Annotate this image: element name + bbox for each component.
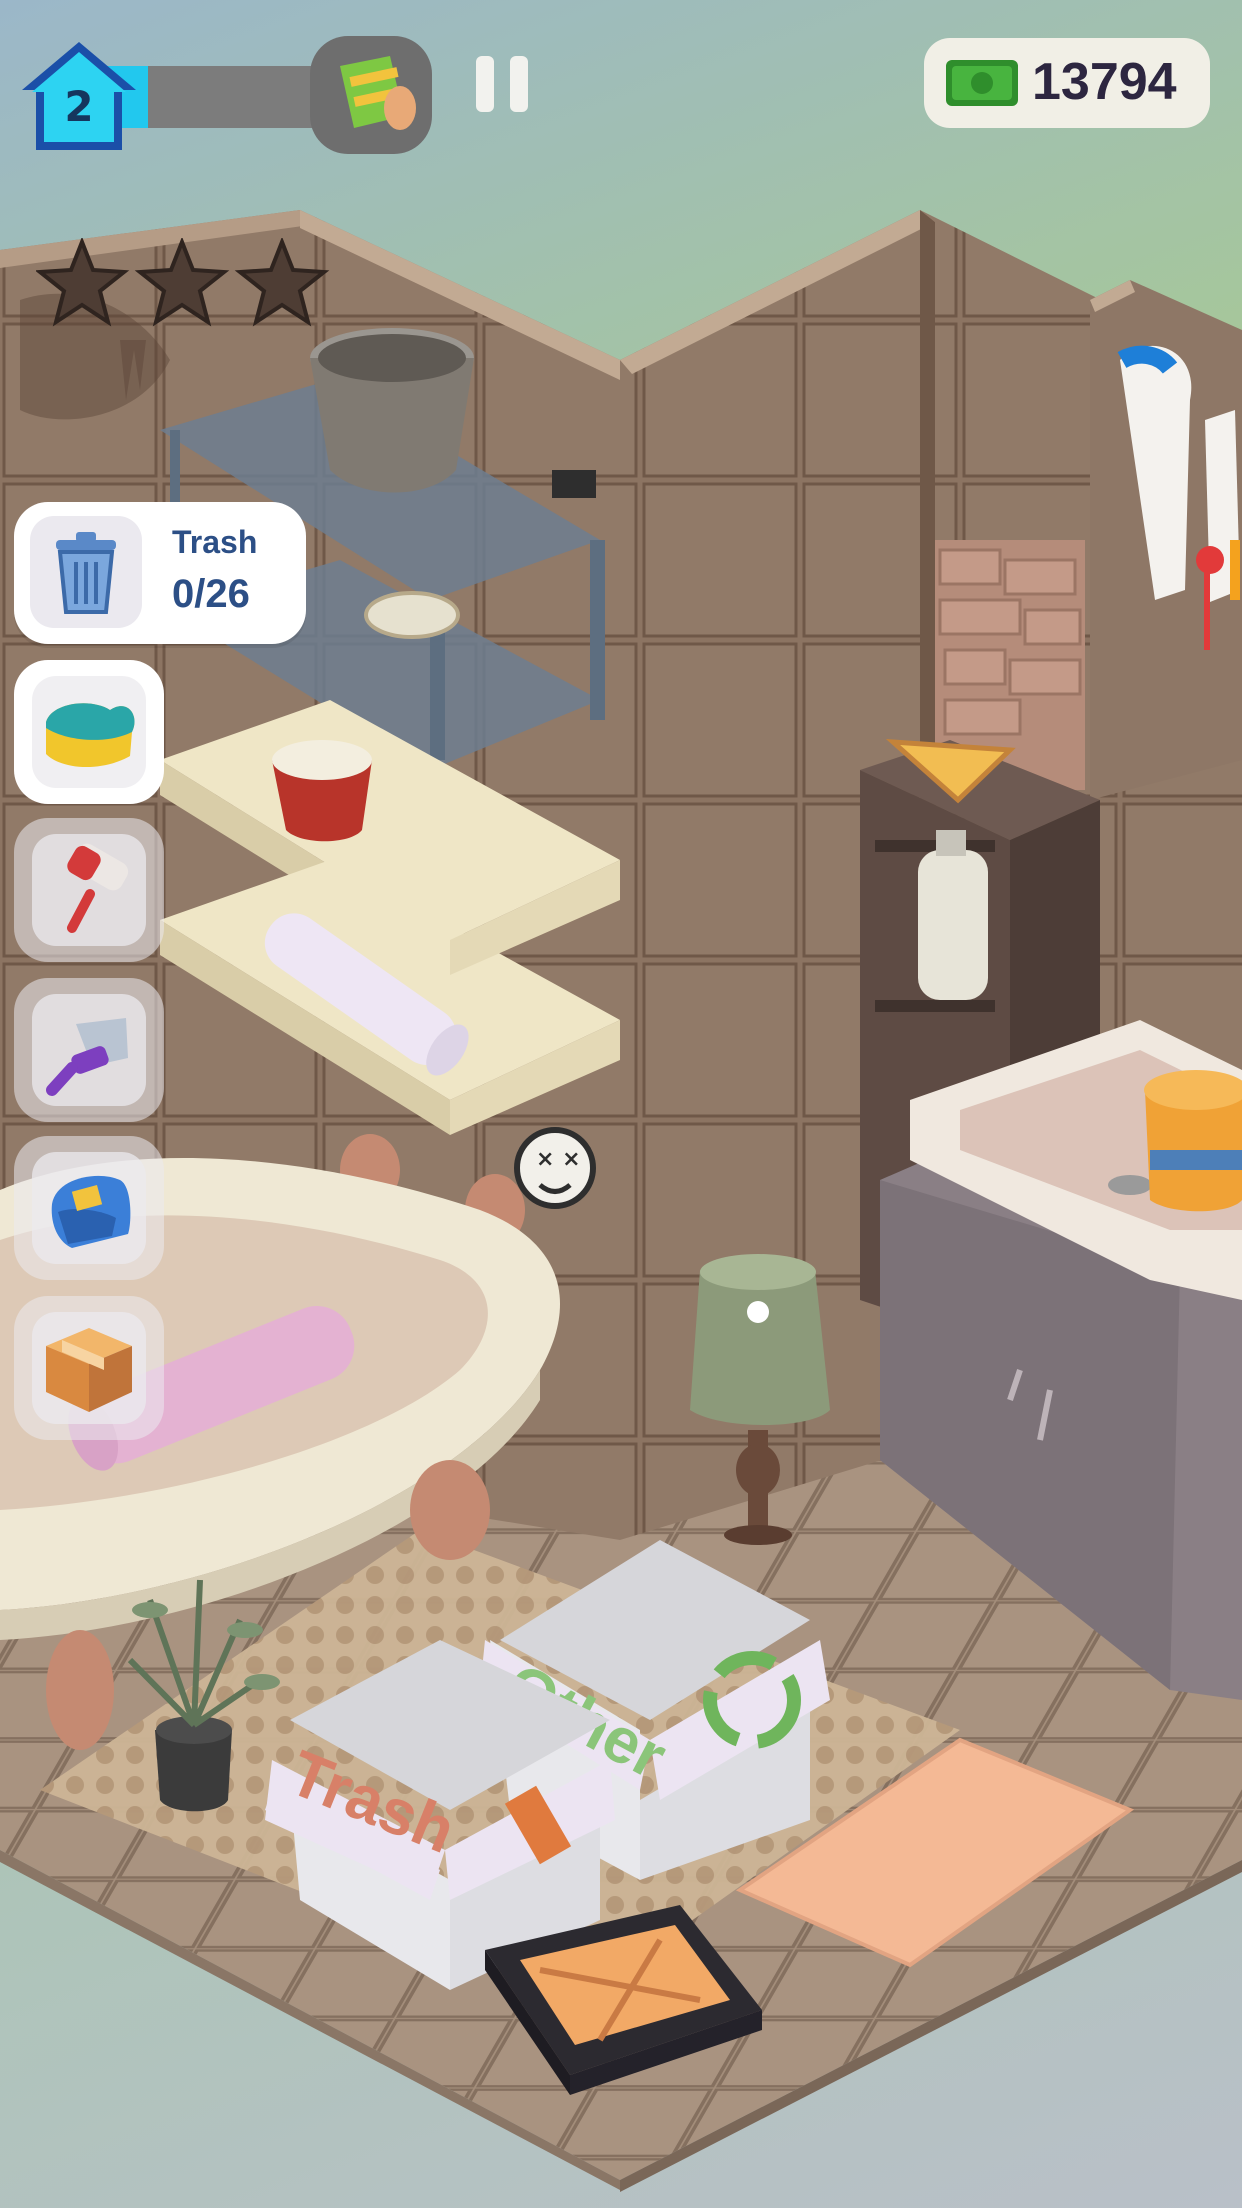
- detergent-bottle[interactable]: [918, 830, 988, 1000]
- paint-can[interactable]: [1144, 1070, 1242, 1212]
- level-house-badge: 2: [18, 38, 140, 156]
- star-icon-1: [34, 236, 130, 327]
- star-icon-2: [134, 236, 230, 327]
- bathroom-scene[interactable]: × × Trash: [0, 0, 1242, 2208]
- trash-title: Trash: [172, 524, 258, 560]
- furniture-tool[interactable]: [14, 1136, 164, 1280]
- cardboard-box-icon: [32, 1312, 146, 1424]
- metal-bucket[interactable]: [310, 328, 474, 493]
- sponge-icon: [32, 676, 146, 788]
- armchair-icon: [32, 1152, 146, 1264]
- pause-bar-right: [510, 56, 528, 112]
- pause-button[interactable]: [476, 56, 530, 112]
- wallpaper-reward-icon: [340, 56, 416, 130]
- trash-can-icon: [30, 516, 142, 628]
- svg-text:× ×: × ×: [536, 1147, 581, 1172]
- red-cup[interactable]: [272, 740, 372, 842]
- star-icon-3: [234, 236, 330, 327]
- scraper-icon: [32, 994, 146, 1106]
- paint-roller-tool[interactable]: [14, 818, 164, 962]
- level-number: 2: [64, 82, 94, 131]
- pause-bar-left: [476, 56, 494, 112]
- paint-roller-icon: [32, 834, 146, 946]
- trash-count: 0/26: [172, 572, 250, 616]
- box-tool[interactable]: [14, 1296, 164, 1440]
- cash-amount: 13794: [1032, 53, 1177, 111]
- star-rating: [34, 236, 336, 330]
- cash-counter: 13794: [924, 38, 1210, 128]
- smiley-graffiti: × ×: [514, 1127, 596, 1209]
- level-reward-button[interactable]: [310, 36, 432, 154]
- trash-counter-card[interactable]: Trash 0/26: [14, 502, 306, 644]
- sponge-tool[interactable]: [14, 660, 164, 804]
- cash-icon: [946, 60, 1018, 106]
- dirty-plate[interactable]: [364, 591, 460, 639]
- scraper-tool[interactable]: [14, 978, 164, 1122]
